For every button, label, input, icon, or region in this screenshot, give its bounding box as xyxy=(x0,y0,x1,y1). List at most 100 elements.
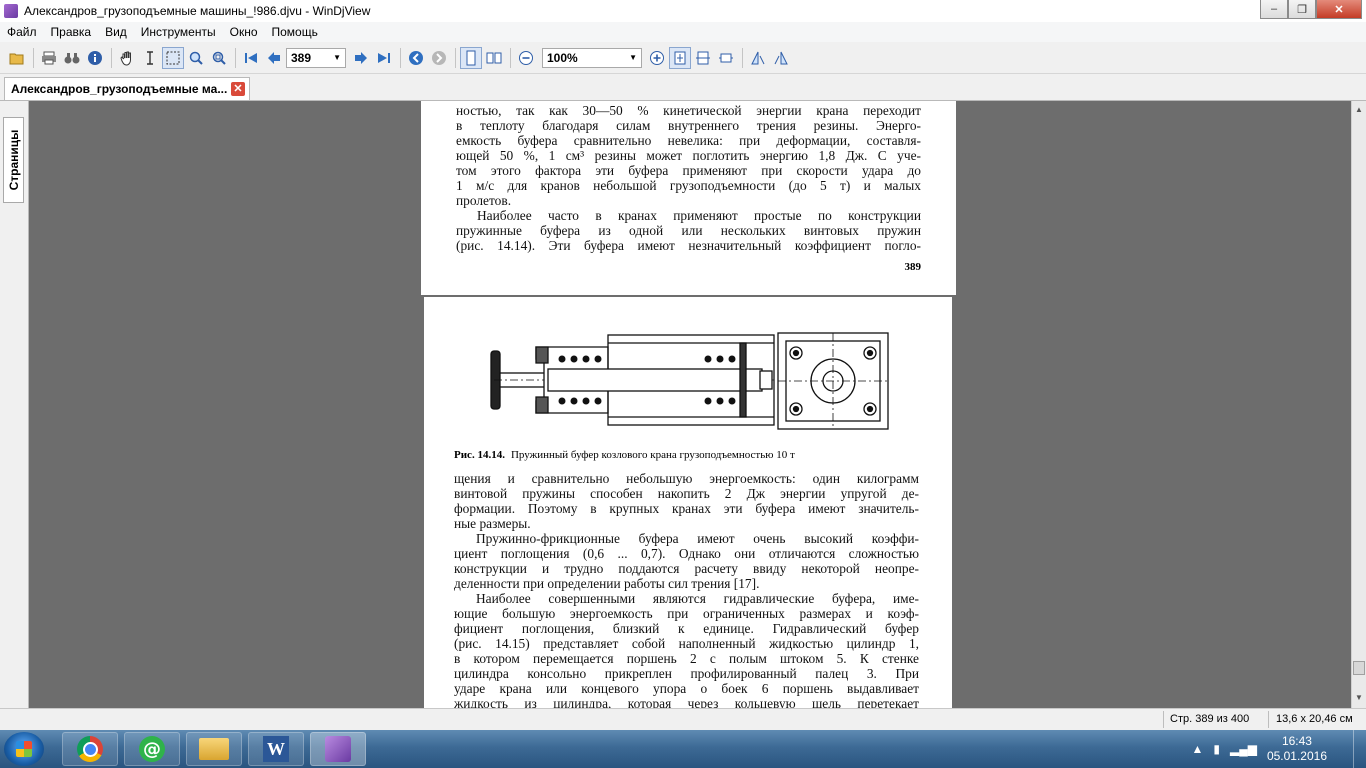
zoom-out-icon[interactable] xyxy=(515,47,537,69)
page-text-line: ударе крана или концевого упора о боек 6… xyxy=(454,681,919,696)
menu-view[interactable]: Вид xyxy=(98,25,134,39)
actual-size-icon[interactable] xyxy=(715,47,737,69)
start-button[interactable] xyxy=(4,732,44,766)
show-desktop-button[interactable] xyxy=(1353,730,1366,768)
chrome-icon xyxy=(77,736,103,762)
network-icon[interactable]: ▮ xyxy=(1213,742,1220,756)
window-title: Александров_грузоподъемные машины_!986.d… xyxy=(24,4,371,18)
toolbar-separator xyxy=(400,47,401,68)
windjview-taskbar-button[interactable] xyxy=(310,732,366,766)
clock-date: 05.01.2016 xyxy=(1266,749,1327,763)
page-text-line: ностью, так как 30—50 % кинетической эне… xyxy=(456,103,921,118)
pages-panel-tab[interactable]: Страницы xyxy=(3,117,24,203)
toolbar-separator xyxy=(510,47,511,68)
page-number-combo[interactable]: 389 ▼ xyxy=(286,47,346,68)
forward-icon[interactable] xyxy=(428,47,450,69)
rotate-left-icon[interactable] xyxy=(747,47,769,69)
document-tab-label: Александров_грузоподъемные ма... xyxy=(11,82,228,96)
page-text-line: циент поглощения (0,6 ... 0,7). Однако о… xyxy=(454,546,919,561)
rotate-right-icon[interactable] xyxy=(770,47,792,69)
document-tab-bar: Александров_грузоподъемные ма... ✕ xyxy=(0,74,1366,101)
figure-caption-label: Рис. 14.14. xyxy=(454,449,505,461)
page-text-line: пружинные буфера из одной или нескольких… xyxy=(456,223,921,238)
menu-file[interactable]: Файл xyxy=(0,25,44,39)
page-text-line: в котором перемещается поршень 2 с полым… xyxy=(454,651,919,666)
windjview-app-icon xyxy=(4,4,18,18)
zoom-in-icon[interactable] xyxy=(646,47,668,69)
facing-pages-icon[interactable] xyxy=(483,47,505,69)
info-icon[interactable] xyxy=(84,47,106,69)
toolbar-separator xyxy=(235,47,236,68)
first-page-icon[interactable] xyxy=(240,47,262,69)
chrome-taskbar-button[interactable] xyxy=(62,732,118,766)
status-separator xyxy=(1268,711,1269,728)
document-viewport[interactable]: ностью, так как 30—50 % кинетической эне… xyxy=(29,101,1351,708)
explorer-icon xyxy=(199,738,229,760)
spring-buffer-drawing xyxy=(490,332,889,430)
scroll-up-arrow[interactable]: ▲ xyxy=(1352,103,1366,117)
toolbar-separator xyxy=(111,47,112,68)
maximize-button[interactable]: ❐ xyxy=(1288,0,1316,19)
toolbar-separator xyxy=(455,47,456,68)
zoom-combo[interactable]: 100% ▼ xyxy=(542,47,642,68)
signal-icon[interactable]: ▂▄▆ xyxy=(1230,742,1257,756)
status-separator xyxy=(1163,711,1164,728)
menu-tools[interactable]: Инструменты xyxy=(134,25,223,39)
rect-select-icon[interactable] xyxy=(162,46,184,69)
prev-page-icon[interactable] xyxy=(263,47,285,69)
page-text-line: цилиндра консольно прикреплен профилиров… xyxy=(454,666,919,681)
page-number-value: 389 xyxy=(291,50,312,65)
toolbar-separator xyxy=(742,47,743,68)
explorer-taskbar-button[interactable] xyxy=(186,732,242,766)
menu-window[interactable]: Окно xyxy=(223,25,265,39)
tray-expand-icon[interactable]: ▲ xyxy=(1191,742,1203,756)
text-cursor-icon[interactable] xyxy=(139,47,161,69)
clock-time: 16:43 xyxy=(1281,734,1312,748)
fit-width-icon[interactable] xyxy=(692,47,714,69)
close-button[interactable]: ✕ xyxy=(1316,0,1362,19)
scroll-down-arrow[interactable]: ▼ xyxy=(1352,691,1366,705)
vertical-scrollbar[interactable]: ▲ ▼ xyxy=(1351,101,1366,708)
system-tray: ▲ ▮ ▂▄▆ 16:43 05.01.2016 xyxy=(1191,730,1366,768)
back-icon[interactable] xyxy=(405,47,427,69)
page-text-line: том этого фактора эти буфера применяют п… xyxy=(456,163,921,178)
continuous-layout-icon[interactable] xyxy=(460,46,482,69)
page-text-line: формации. Поэтому в крупных кранах эти б… xyxy=(454,501,919,516)
menu-help[interactable]: Помощь xyxy=(265,25,325,39)
status-page-info: Стр. 389 из 400 xyxy=(1170,713,1250,725)
page-text-line: в теплоту благодаря силам внутреннего тр… xyxy=(456,118,921,133)
next-page-icon[interactable] xyxy=(350,47,372,69)
fit-page-icon[interactable] xyxy=(669,46,691,69)
page-text-line: щения и сравнительно небольшую энергоемк… xyxy=(454,471,919,486)
windows-logo-icon xyxy=(16,741,32,757)
scrollbar-thumb[interactable] xyxy=(1353,661,1365,675)
menu-edit[interactable]: Правка xyxy=(44,25,99,39)
hand-icon[interactable] xyxy=(116,47,138,69)
magnifier-icon[interactable] xyxy=(185,47,207,69)
page-text-line: деленности при определении работы сил тр… xyxy=(454,576,760,591)
folder-open-icon[interactable] xyxy=(6,47,28,69)
tab-close-icon[interactable]: ✕ xyxy=(231,82,245,96)
binoculars-icon[interactable] xyxy=(61,47,83,69)
printer-icon[interactable] xyxy=(38,47,60,69)
page-number-label: 389 xyxy=(904,261,922,273)
mail-agent-taskbar-button[interactable]: @ xyxy=(124,732,180,766)
status-bar: Стр. 389 из 400 13,6 x 20,46 см xyxy=(0,708,1366,730)
page-text-line: ющие большую энергоемкость при ограничен… xyxy=(454,606,919,621)
page-text-line: фициент поглощения, близкий к единице. Г… xyxy=(454,621,919,636)
windjview-icon xyxy=(325,736,351,762)
zoom-rect-icon[interactable] xyxy=(208,47,230,69)
minimize-button[interactable]: – xyxy=(1260,0,1288,19)
zoom-value: 100% xyxy=(547,50,578,65)
page-text-line: ющей 50 %, 1 см³ резины может поглотить … xyxy=(456,148,921,163)
clock[interactable]: 16:43 05.01.2016 xyxy=(1267,734,1327,764)
mail-agent-icon: @ xyxy=(139,736,165,762)
toolbar-separator xyxy=(33,47,34,68)
page-text-line: (рис. 14.15) представляет собой наполнен… xyxy=(454,636,919,651)
window-controls: – ❐ ✕ xyxy=(1260,0,1362,19)
page-text-line: Наиболее часто в кранах применяют просты… xyxy=(477,208,921,223)
last-page-icon[interactable] xyxy=(373,47,395,69)
word-taskbar-button[interactable]: W xyxy=(248,732,304,766)
page-text-line: 1 м/с для кранов небольшой грузоподъемно… xyxy=(456,178,921,193)
document-tab[interactable]: Александров_грузоподъемные ма... ✕ xyxy=(4,77,250,100)
